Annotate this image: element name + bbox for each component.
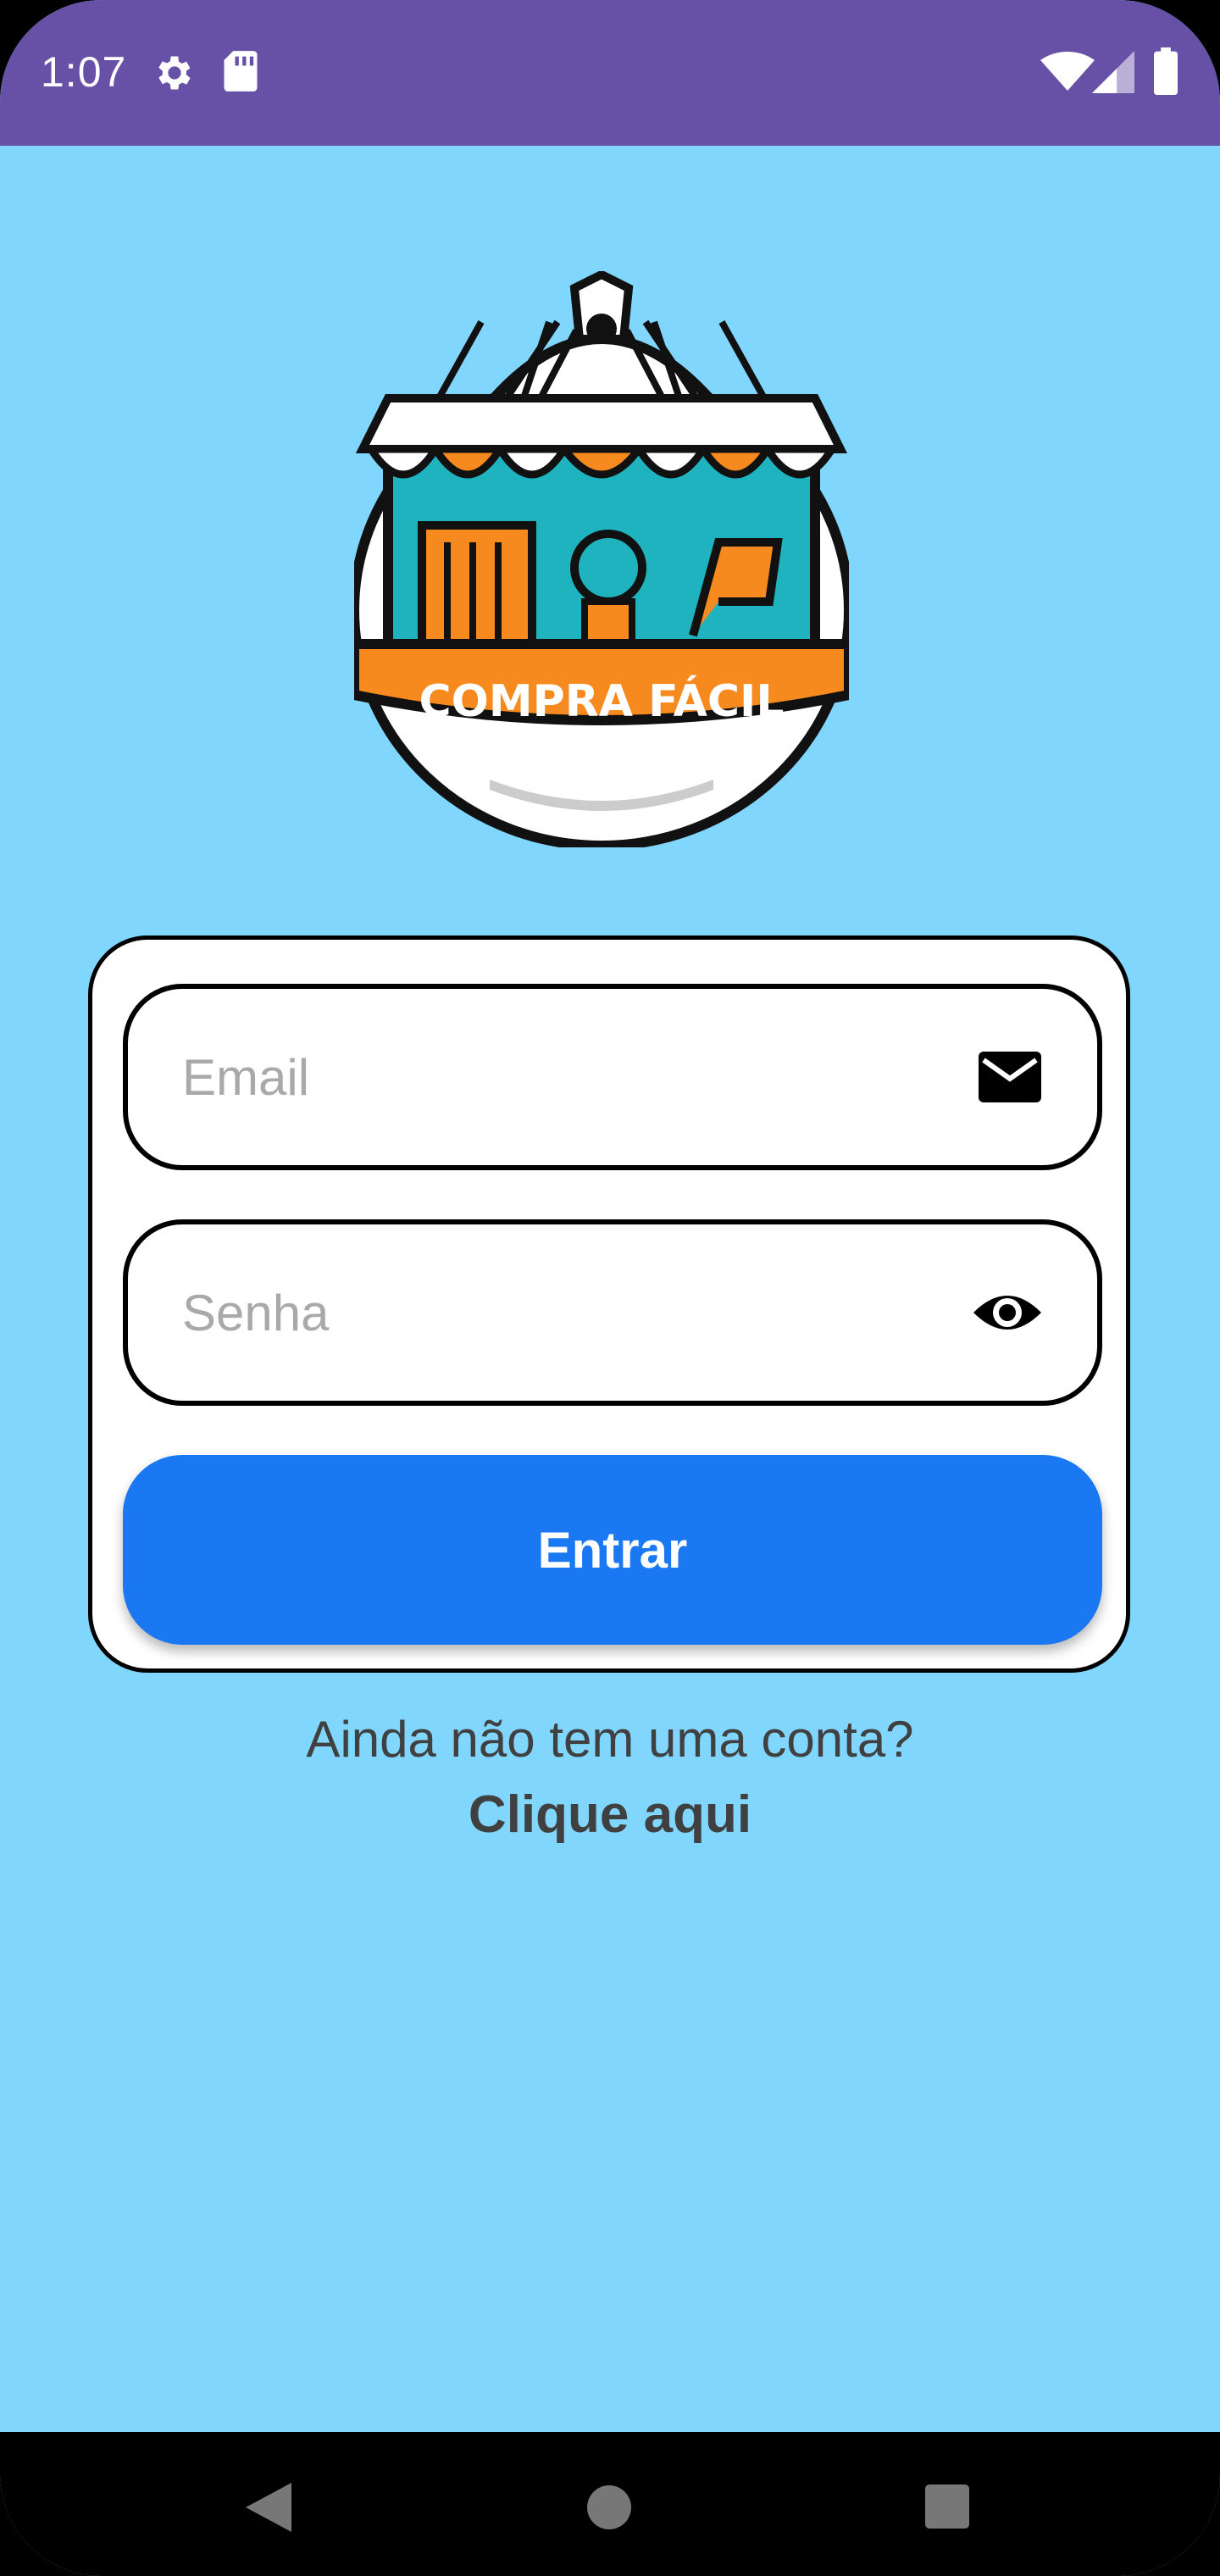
password-placeholder: Senha	[182, 1285, 330, 1341]
gear-icon	[158, 56, 191, 90]
login-card: Email Senha Entrar	[88, 935, 1130, 1673]
logo-text: COMPRA FÁCIL	[419, 675, 784, 727]
cell-signal-icon	[1092, 51, 1134, 93]
signup-prompt: Ainda não tem uma conta?	[306, 1711, 914, 1768]
battery-icon	[1154, 47, 1178, 95]
password-field[interactable]: Senha	[123, 1219, 1102, 1406]
login-button[interactable]: Entrar	[123, 1455, 1102, 1645]
status-bar: 1:07	[0, 0, 1220, 146]
status-time: 1:07	[41, 48, 127, 96]
login-button-label: Entrar	[537, 1522, 688, 1579]
sd-card-icon	[224, 51, 258, 92]
back-icon[interactable]	[246, 2483, 291, 2532]
wifi-icon	[1040, 52, 1095, 91]
eye-icon[interactable]	[973, 1287, 1041, 1338]
navigation-bar	[0, 2432, 1220, 2576]
app-screen: 1:07 COMPRA FÁCIL Email Senha Entrar Ain…	[0, 0, 1220, 2576]
email-field[interactable]: Email	[123, 984, 1102, 1170]
mail-icon	[979, 1052, 1041, 1102]
signup-link[interactable]: Clique aqui	[0, 1785, 1220, 1845]
home-icon[interactable]	[586, 2484, 632, 2530]
email-placeholder: Email	[182, 1049, 310, 1106]
compra-facil-logo: COMPRA FÁCIL	[354, 271, 849, 847]
recents-icon[interactable]	[925, 2484, 969, 2529]
